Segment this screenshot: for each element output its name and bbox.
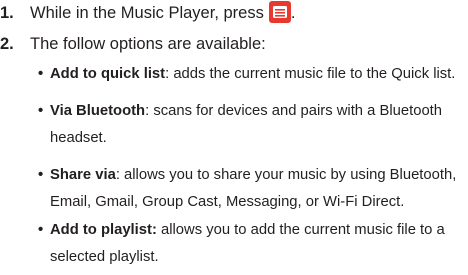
- option-add-to-quick-list: • Add to quick list: adds the current mu…: [38, 61, 463, 88]
- instruction-document: 1. While in the Music Player, press. 2. …: [0, 0, 468, 275]
- option-term: Via Bluetooth: [50, 103, 146, 119]
- option-via-bluetooth: • Via Bluetooth: scans for devices and p…: [38, 98, 463, 152]
- step-text: The follow options are available:: [30, 35, 266, 53]
- bullet-icon: •: [38, 167, 44, 183]
- option-body: Add to playlist: allows you to add the c…: [50, 217, 463, 271]
- option-body: Add to quick list: adds the current musi…: [50, 61, 463, 88]
- option-body: Share via: allows you to share your musi…: [50, 162, 463, 216]
- step-number: 2.: [0, 35, 14, 53]
- menu-lines-glyph: [272, 6, 287, 19]
- option-term: Add to playlist:: [50, 222, 157, 238]
- option-term: Share via: [50, 167, 116, 183]
- step-text-after-icon: .: [290, 4, 296, 22]
- bullet-icon: •: [38, 103, 44, 119]
- option-term: Add to quick list: [50, 66, 166, 82]
- menu-key-icon: [268, 1, 291, 24]
- option-share-via: • Share via: allows you to share your mu…: [38, 162, 463, 216]
- step-text-before-icon: While in the Music Player, press: [30, 4, 264, 22]
- option-description: : adds the current music file to the Qui…: [165, 66, 456, 82]
- step-text: While in the Music Player, press.: [30, 1, 296, 24]
- option-add-to-playlist: • Add to playlist: allows you to add the…: [38, 217, 463, 271]
- bullet-icon: •: [38, 66, 44, 82]
- bullet-icon: •: [38, 222, 44, 238]
- option-body: Via Bluetooth: scans for devices and pai…: [50, 98, 463, 152]
- step-number: 1.: [0, 4, 14, 22]
